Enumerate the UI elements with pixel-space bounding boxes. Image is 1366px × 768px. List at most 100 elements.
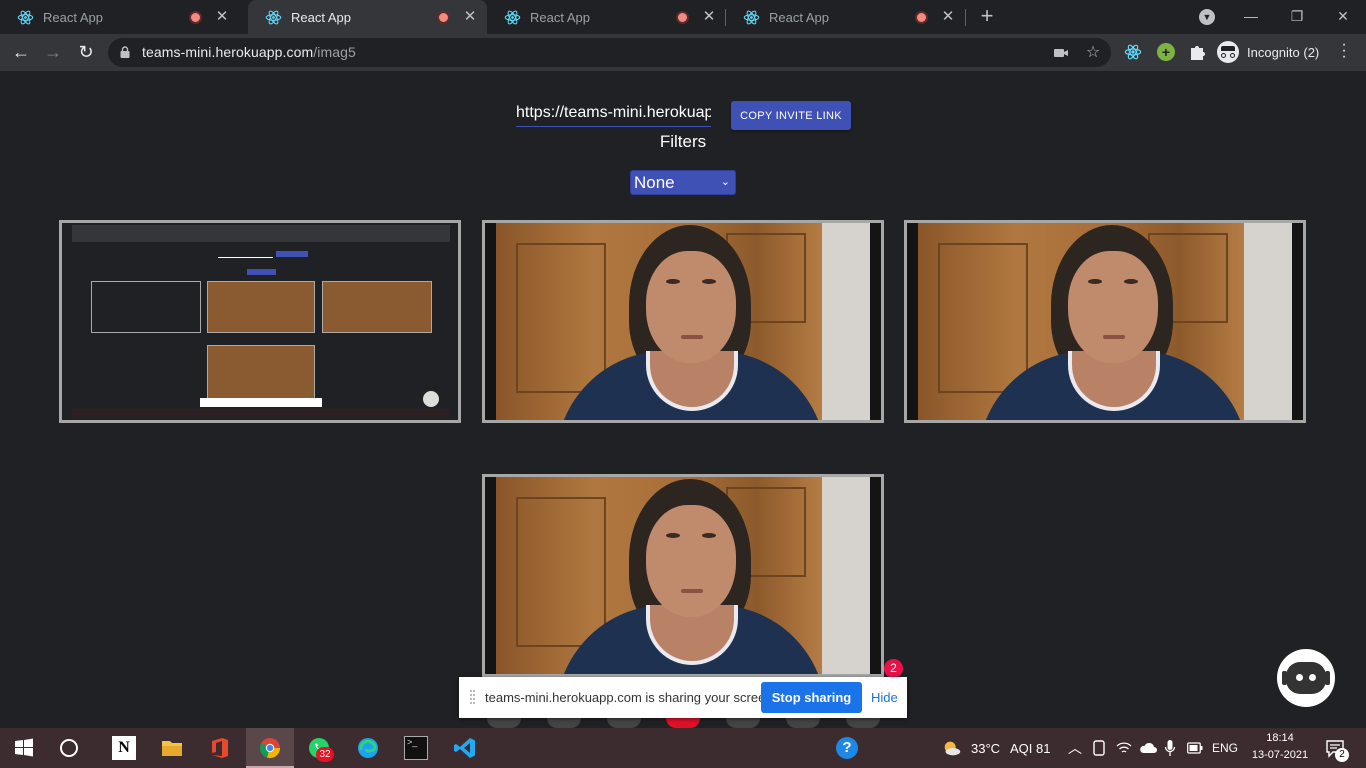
mini-video-tile (207, 281, 315, 333)
chevron-down-icon: ⌄ (720, 176, 730, 188)
windows-start-icon[interactable] (12, 736, 36, 760)
menu-icon[interactable]: · · · (1340, 37, 1348, 65)
forward-icon[interactable]: → (41, 40, 65, 64)
page-content: COPY INVITE LINK Filters None ⌄ (0, 71, 1366, 728)
video-tile-camera[interactable] (904, 220, 1306, 423)
close-icon[interactable]: ✕ (215, 9, 229, 24)
filter-select[interactable]: None ⌄ (630, 170, 736, 195)
screen-share-bar: teams-mini.herokuapp.com is sharing your… (459, 677, 907, 718)
react-devtools-extension-icon[interactable] (1124, 43, 1142, 61)
close-icon[interactable]: ✕ (941, 9, 955, 24)
usb-device-icon[interactable] (1092, 740, 1106, 756)
tab-3[interactable]: React App ✕ (487, 0, 726, 34)
video-tile-camera[interactable] (482, 474, 884, 677)
weather-icon[interactable] (941, 736, 963, 760)
person-eye (702, 279, 716, 284)
office-icon[interactable] (208, 736, 232, 760)
restore-button[interactable]: ❐ (1274, 0, 1320, 34)
wifi-icon[interactable] (1116, 740, 1132, 756)
stop-sharing-button[interactable]: Stop sharing (761, 682, 862, 713)
call-control-button[interactable] (547, 718, 581, 728)
person-face (1068, 251, 1158, 363)
recording-indicator-icon (189, 10, 202, 24)
edge-icon[interactable] (356, 736, 380, 760)
mini-taskbar (72, 409, 450, 417)
react-icon (17, 10, 34, 24)
bookmark-star-icon[interactable]: ☆ (1085, 45, 1101, 61)
profile-label: Incognito (2) (1247, 44, 1320, 60)
url-path: /imag5 (313, 44, 356, 60)
copy-invite-link-button[interactable]: COPY INVITE LINK (731, 101, 851, 130)
whatsapp-badge: 32 (316, 747, 334, 762)
close-icon[interactable]: ✕ (463, 9, 477, 24)
clock-time[interactable]: 18:14 (1250, 732, 1310, 744)
share-message: teams-mini.herokuapp.com is sharing your… (485, 690, 777, 705)
close-window-button[interactable]: ✕ (1320, 0, 1366, 34)
end-call-button[interactable] (666, 718, 700, 728)
tab-1[interactable]: React App ✕ (0, 0, 239, 34)
letterbox-bar (485, 223, 496, 420)
air-quality[interactable]: AQI 81 (1010, 741, 1050, 756)
tab-title: React App (43, 9, 103, 25)
help-icon[interactable]: ? (836, 737, 858, 759)
call-control-button[interactable] (487, 718, 521, 728)
reload-icon[interactable]: ↻ (74, 40, 98, 64)
person-face (646, 251, 736, 363)
minimize-button[interactable]: — (1228, 0, 1274, 34)
robot-icon (1286, 662, 1326, 694)
mini-share-bar (200, 398, 322, 407)
address-bar[interactable]: teams-mini.herokuapp.com/imag5 ☆ (108, 38, 1111, 67)
new-tab-button[interactable]: + (976, 5, 998, 28)
recording-indicator-icon (676, 10, 689, 24)
terminal-icon[interactable]: >_ (404, 736, 428, 760)
wall (822, 477, 870, 674)
video-tile-camera[interactable] (482, 220, 884, 423)
back-icon[interactable]: ← (9, 40, 33, 64)
file-explorer-icon[interactable] (160, 736, 184, 760)
plus-extension-icon[interactable]: + (1157, 43, 1175, 61)
drag-handle-icon[interactable] (470, 690, 475, 704)
url-host: teams-mini.herokuapp.com (142, 44, 314, 60)
url-text: teams-mini.herokuapp.com/imag5 (142, 44, 356, 60)
tab-2[interactable]: React App ✕ (248, 0, 487, 34)
call-control-button[interactable] (786, 718, 820, 728)
recording-indicator-icon (437, 10, 450, 24)
chrome-icon[interactable] (258, 736, 282, 760)
person-eye (1124, 279, 1138, 284)
call-control-button[interactable] (846, 718, 880, 728)
hide-link[interactable]: Hide (871, 690, 898, 705)
mini-copy-button (276, 251, 308, 257)
call-control-button[interactable] (726, 718, 760, 728)
video-tile-screen-share[interactable] (59, 220, 461, 423)
camera-icon[interactable] (1053, 45, 1069, 61)
person-mouth (681, 589, 703, 593)
microphone-icon[interactable] (1164, 739, 1176, 757)
battery-icon[interactable] (1187, 742, 1203, 754)
clock-date[interactable]: 13-07-2021 (1247, 749, 1313, 761)
weather-temperature[interactable]: 33°C (971, 741, 1000, 756)
react-icon (743, 10, 760, 24)
mini-video-tile (207, 345, 315, 400)
door-panel (516, 497, 606, 647)
invite-link-input[interactable] (516, 99, 711, 127)
vscode-icon[interactable] (453, 736, 477, 760)
chatbot-button[interactable] (1277, 649, 1335, 707)
letterbox-bar (907, 223, 918, 420)
notion-icon[interactable]: N (112, 736, 136, 760)
language-indicator[interactable]: ENG (1212, 741, 1238, 755)
close-icon[interactable]: ✕ (702, 9, 716, 24)
react-icon (504, 10, 521, 24)
search-icon[interactable] (60, 739, 78, 757)
camera-feed (918, 223, 1292, 420)
call-control-button[interactable] (607, 718, 641, 728)
extensions-puzzle-icon[interactable] (1188, 43, 1206, 61)
browser-toolbar: ← → ↻ teams-mini.herokuapp.com/imag5 ☆ +… (0, 34, 1366, 71)
person-eye (1088, 279, 1102, 284)
tab-4[interactable]: React App ✕ (726, 0, 965, 34)
camera-feed (496, 223, 870, 420)
incognito-profile-button[interactable]: Incognito (2) (1217, 39, 1319, 65)
tab-search-icon[interactable]: ▼ (1199, 9, 1215, 25)
onedrive-cloud-icon[interactable] (1139, 741, 1157, 755)
chevron-up-icon[interactable]: ︿ (1068, 738, 1082, 758)
recording-indicator-icon (915, 10, 928, 24)
